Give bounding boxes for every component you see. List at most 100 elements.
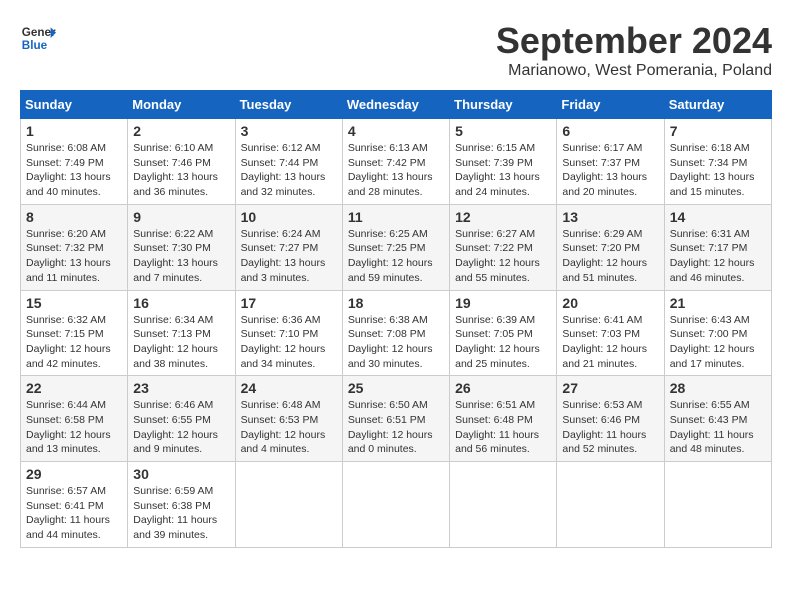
- day-info: Sunrise: 6:55 AM Sunset: 6:43 PM Dayligh…: [670, 398, 766, 457]
- calendar-cell: [557, 462, 664, 548]
- day-number: 22: [26, 380, 122, 396]
- weekday-header-wednesday: Wednesday: [342, 91, 449, 119]
- calendar-cell: 17 Sunrise: 6:36 AM Sunset: 7:10 PM Dayli…: [235, 290, 342, 376]
- calendar-cell: 16 Sunrise: 6:34 AM Sunset: 7:13 PM Dayli…: [128, 290, 235, 376]
- day-number: 3: [241, 123, 337, 139]
- day-number: 5: [455, 123, 551, 139]
- calendar-week-5: 29 Sunrise: 6:57 AM Sunset: 6:41 PM Dayli…: [21, 462, 772, 548]
- day-number: 11: [348, 209, 444, 225]
- month-title: September 2024: [496, 20, 772, 62]
- calendar-body: 1 Sunrise: 6:08 AM Sunset: 7:49 PM Daylig…: [21, 119, 772, 548]
- day-info: Sunrise: 6:51 AM Sunset: 6:48 PM Dayligh…: [455, 398, 551, 457]
- calendar-cell: 20 Sunrise: 6:41 AM Sunset: 7:03 PM Dayli…: [557, 290, 664, 376]
- logo: General Blue: [20, 20, 56, 56]
- day-info: Sunrise: 6:38 AM Sunset: 7:08 PM Dayligh…: [348, 313, 444, 372]
- calendar-cell: [235, 462, 342, 548]
- day-info: Sunrise: 6:25 AM Sunset: 7:25 PM Dayligh…: [348, 227, 444, 286]
- day-info: Sunrise: 6:12 AM Sunset: 7:44 PM Dayligh…: [241, 141, 337, 200]
- weekday-header-saturday: Saturday: [664, 91, 771, 119]
- day-info: Sunrise: 6:31 AM Sunset: 7:17 PM Dayligh…: [670, 227, 766, 286]
- weekday-header-monday: Monday: [128, 91, 235, 119]
- day-number: 9: [133, 209, 229, 225]
- location-subtitle: Marianowo, West Pomerania, Poland: [496, 62, 772, 80]
- day-number: 6: [562, 123, 658, 139]
- day-number: 1: [26, 123, 122, 139]
- day-info: Sunrise: 6:08 AM Sunset: 7:49 PM Dayligh…: [26, 141, 122, 200]
- calendar-cell: 29 Sunrise: 6:57 AM Sunset: 6:41 PM Dayli…: [21, 462, 128, 548]
- day-number: 2: [133, 123, 229, 139]
- title-area: September 2024 Marianowo, West Pomerania…: [496, 20, 772, 80]
- day-number: 27: [562, 380, 658, 396]
- weekday-header-row: SundayMondayTuesdayWednesdayThursdayFrid…: [21, 91, 772, 119]
- weekday-header-sunday: Sunday: [21, 91, 128, 119]
- day-number: 19: [455, 295, 551, 311]
- day-info: Sunrise: 6:57 AM Sunset: 6:41 PM Dayligh…: [26, 484, 122, 543]
- day-info: Sunrise: 6:18 AM Sunset: 7:34 PM Dayligh…: [670, 141, 766, 200]
- calendar-cell: 22Sunrise: 6:44 AM Sunset: 6:58 PM Dayli…: [21, 376, 128, 462]
- page-header: General Blue September 2024 Marianowo, W…: [20, 20, 772, 80]
- day-info: Sunrise: 6:59 AM Sunset: 6:38 PM Dayligh…: [133, 484, 229, 543]
- day-info: Sunrise: 6:13 AM Sunset: 7:42 PM Dayligh…: [348, 141, 444, 200]
- day-number: 23: [133, 380, 229, 396]
- calendar-cell: 15Sunrise: 6:32 AM Sunset: 7:15 PM Dayli…: [21, 290, 128, 376]
- calendar-cell: 24Sunrise: 6:48 AM Sunset: 6:53 PM Dayli…: [235, 376, 342, 462]
- calendar-cell: 13 Sunrise: 6:29 AM Sunset: 7:20 PM Dayli…: [557, 204, 664, 290]
- calendar-week-3: 15Sunrise: 6:32 AM Sunset: 7:15 PM Dayli…: [21, 290, 772, 376]
- day-number: 29: [26, 466, 122, 482]
- calendar-cell: 10Sunrise: 6:24 AM Sunset: 7:27 PM Dayli…: [235, 204, 342, 290]
- calendar-cell: [450, 462, 557, 548]
- day-number: 21: [670, 295, 766, 311]
- calendar-cell: 2 Sunrise: 6:10 AM Sunset: 7:46 PM Daylig…: [128, 119, 235, 205]
- calendar-cell: 7 Sunrise: 6:18 AM Sunset: 7:34 PM Daylig…: [664, 119, 771, 205]
- day-number: 12: [455, 209, 551, 225]
- day-number: 26: [455, 380, 551, 396]
- weekday-header-friday: Friday: [557, 91, 664, 119]
- day-number: 15: [26, 295, 122, 311]
- calendar-cell: 5Sunrise: 6:15 AM Sunset: 7:39 PM Daylig…: [450, 119, 557, 205]
- day-info: Sunrise: 6:41 AM Sunset: 7:03 PM Dayligh…: [562, 313, 658, 372]
- day-info: Sunrise: 6:27 AM Sunset: 7:22 PM Dayligh…: [455, 227, 551, 286]
- day-number: 8: [26, 209, 122, 225]
- day-number: 30: [133, 466, 229, 482]
- calendar-cell: 23 Sunrise: 6:46 AM Sunset: 6:55 PM Dayli…: [128, 376, 235, 462]
- day-number: 17: [241, 295, 337, 311]
- calendar-cell: 18Sunrise: 6:38 AM Sunset: 7:08 PM Dayli…: [342, 290, 449, 376]
- calendar-cell: 30 Sunrise: 6:59 AM Sunset: 6:38 PM Dayli…: [128, 462, 235, 548]
- weekday-header-thursday: Thursday: [450, 91, 557, 119]
- calendar-week-4: 22Sunrise: 6:44 AM Sunset: 6:58 PM Dayli…: [21, 376, 772, 462]
- day-number: 13: [562, 209, 658, 225]
- day-info: Sunrise: 6:17 AM Sunset: 7:37 PM Dayligh…: [562, 141, 658, 200]
- day-number: 16: [133, 295, 229, 311]
- calendar-cell: 19 Sunrise: 6:39 AM Sunset: 7:05 PM Dayli…: [450, 290, 557, 376]
- day-info: Sunrise: 6:29 AM Sunset: 7:20 PM Dayligh…: [562, 227, 658, 286]
- calendar-cell: 14 Sunrise: 6:31 AM Sunset: 7:17 PM Dayli…: [664, 204, 771, 290]
- calendar-cell: 4 Sunrise: 6:13 AM Sunset: 7:42 PM Daylig…: [342, 119, 449, 205]
- calendar-cell: 28 Sunrise: 6:55 AM Sunset: 6:43 PM Dayli…: [664, 376, 771, 462]
- day-info: Sunrise: 6:10 AM Sunset: 7:46 PM Dayligh…: [133, 141, 229, 200]
- day-info: Sunrise: 6:43 AM Sunset: 7:00 PM Dayligh…: [670, 313, 766, 372]
- calendar-cell: 3 Sunrise: 6:12 AM Sunset: 7:44 PM Daylig…: [235, 119, 342, 205]
- calendar-cell: 26 Sunrise: 6:51 AM Sunset: 6:48 PM Dayli…: [450, 376, 557, 462]
- day-number: 7: [670, 123, 766, 139]
- day-number: 20: [562, 295, 658, 311]
- calendar-table: SundayMondayTuesdayWednesdayThursdayFrid…: [20, 90, 772, 548]
- day-info: Sunrise: 6:39 AM Sunset: 7:05 PM Dayligh…: [455, 313, 551, 372]
- day-info: Sunrise: 6:36 AM Sunset: 7:10 PM Dayligh…: [241, 313, 337, 372]
- weekday-header-tuesday: Tuesday: [235, 91, 342, 119]
- day-info: Sunrise: 6:22 AM Sunset: 7:30 PM Dayligh…: [133, 227, 229, 286]
- day-number: 28: [670, 380, 766, 396]
- day-number: 4: [348, 123, 444, 139]
- day-number: 14: [670, 209, 766, 225]
- svg-text:Blue: Blue: [22, 39, 48, 52]
- calendar-cell: 6 Sunrise: 6:17 AM Sunset: 7:37 PM Daylig…: [557, 119, 664, 205]
- calendar-cell: 25Sunrise: 6:50 AM Sunset: 6:51 PM Dayli…: [342, 376, 449, 462]
- calendar-week-1: 1 Sunrise: 6:08 AM Sunset: 7:49 PM Daylig…: [21, 119, 772, 205]
- calendar-cell: [342, 462, 449, 548]
- calendar-week-2: 8Sunrise: 6:20 AM Sunset: 7:32 PM Daylig…: [21, 204, 772, 290]
- day-info: Sunrise: 6:34 AM Sunset: 7:13 PM Dayligh…: [133, 313, 229, 372]
- day-info: Sunrise: 6:50 AM Sunset: 6:51 PM Dayligh…: [348, 398, 444, 457]
- day-info: Sunrise: 6:48 AM Sunset: 6:53 PM Dayligh…: [241, 398, 337, 457]
- calendar-cell: 12 Sunrise: 6:27 AM Sunset: 7:22 PM Dayli…: [450, 204, 557, 290]
- day-info: Sunrise: 6:46 AM Sunset: 6:55 PM Dayligh…: [133, 398, 229, 457]
- logo-icon: General Blue: [20, 20, 56, 56]
